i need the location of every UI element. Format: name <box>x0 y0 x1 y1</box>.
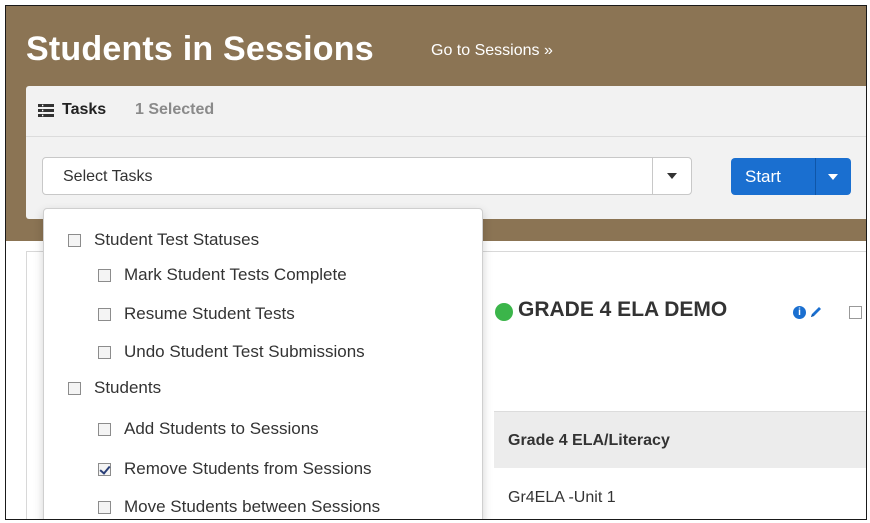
checkbox[interactable] <box>98 422 111 436</box>
checkbox[interactable] <box>98 345 111 359</box>
app-frame: Students in Sessions Go to Sessions » Ta… <box>5 5 867 520</box>
session-checkbox[interactable] <box>849 306 862 319</box>
dropdown-item-label: Undo Student Test Submissions <box>124 342 365 361</box>
chevron-down-icon <box>667 173 677 179</box>
start-button-label: Start <box>745 167 781 186</box>
dropdown-item-label: Mark Student Tests Complete <box>124 265 347 284</box>
start-options-chevron-icon[interactable] <box>828 174 838 180</box>
selected-count: 1 Selected <box>135 101 215 118</box>
dropdown-item-label: Move Students between Sessions <box>124 497 381 516</box>
checked-checkbox[interactable] <box>98 462 111 476</box>
go-to-sessions-link[interactable]: Go to Sessions » <box>431 42 553 60</box>
dropdown-group-student-test-statuses[interactable]: Student Test Statuses <box>68 229 259 251</box>
dropdown-item-label: Resume Student Tests <box>124 304 295 323</box>
tasks-label: Tasks <box>62 101 107 118</box>
select-tasks-dropdown[interactable]: Select Tasks <box>42 157 692 195</box>
dropdown-item-remove-students-from-sessions[interactable]: Remove Students from Sessions <box>98 458 372 480</box>
page-header: Students in Sessions Go to Sessions » Ta… <box>6 6 866 241</box>
unit-row-label[interactable]: Gr4ELA -Unit 1 <box>508 489 616 507</box>
checkbox[interactable] <box>68 233 81 247</box>
start-button[interactable]: Start <box>731 158 851 195</box>
select-tasks-value: Select Tasks <box>63 168 153 185</box>
dropdown-item-add-students-to-sessions[interactable]: Add Students to Sessions <box>98 418 319 440</box>
select-tasks-toggle[interactable] <box>652 158 691 194</box>
dropdown-item-undo-student-test-submissions[interactable]: Undo Student Test Submissions <box>98 341 365 363</box>
page-title: Students in Sessions <box>26 30 374 68</box>
unit-table-header: Grade 4 ELA/Literacy <box>494 411 866 468</box>
info-icon[interactable]: i <box>793 306 806 319</box>
dropdown-item-mark-student-tests-complete[interactable]: Mark Student Tests Complete <box>98 264 347 286</box>
dropdown-item-label: Student Test Statuses <box>94 230 260 249</box>
dropdown-item-label: Students <box>94 378 162 397</box>
dropdown-item-resume-student-tests[interactable]: Resume Student Tests <box>98 303 295 325</box>
dropdown-group-students[interactable]: Students <box>68 377 161 399</box>
dropdown-item-move-students-between-sessions[interactable]: Move Students between Sessions <box>98 496 380 518</box>
tasks-panel: Tasks 1 Selected Select Tasks Start <box>26 86 866 219</box>
checkbox[interactable] <box>98 500 111 514</box>
unit-table-header-label: Grade 4 ELA/Literacy <box>508 432 670 449</box>
checkbox[interactable] <box>98 268 111 282</box>
dropdown-item-label: Add Students to Sessions <box>124 419 319 438</box>
session-title: GRADE 4 ELA DEMO <box>494 298 727 322</box>
tasks-dropdown-menu: Student Test Statuses Mark Student Tests… <box>43 208 483 519</box>
tasks-header: Tasks 1 Selected <box>26 86 866 137</box>
checkbox[interactable] <box>98 307 111 321</box>
tasks-list-icon <box>38 104 54 117</box>
pencil-icon[interactable] <box>809 305 823 319</box>
checkbox[interactable] <box>68 381 81 395</box>
session-title-text: GRADE 4 ELA DEMO <box>518 298 728 321</box>
dropdown-item-label: Remove Students from Sessions <box>124 459 372 478</box>
start-button-divider <box>815 158 816 195</box>
